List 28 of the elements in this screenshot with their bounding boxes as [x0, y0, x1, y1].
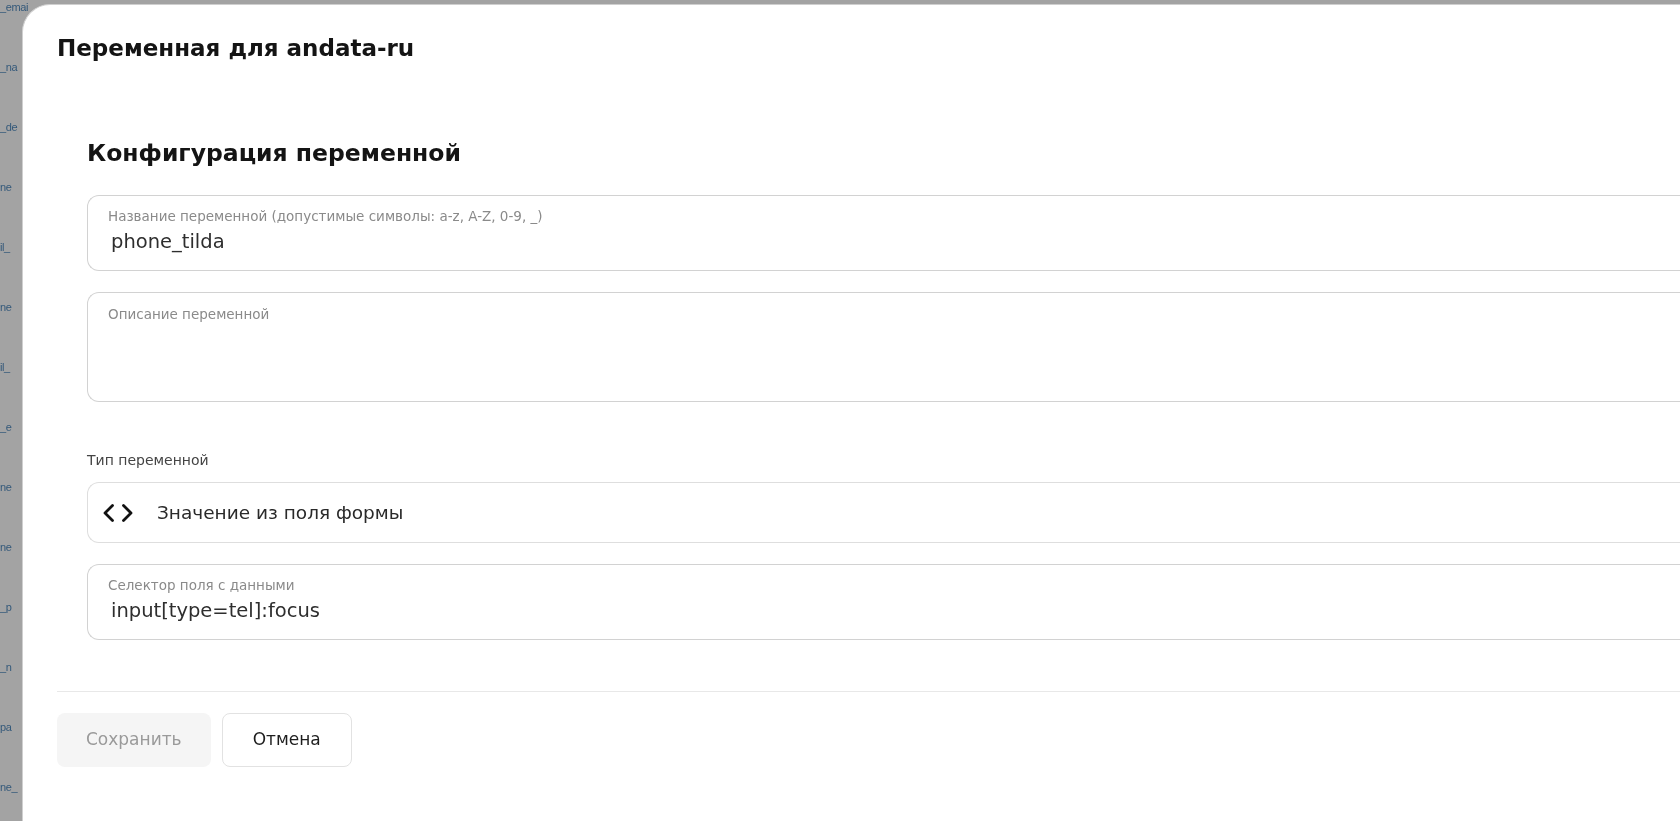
list-item-text: il_ [0, 240, 10, 254]
list-item-text: ne [0, 300, 12, 314]
field-label: Название переменной (допустимые символы: a-z, A-Z, 0-9, _) [108, 208, 543, 225]
field-caption: Тип переменной [87, 451, 209, 470]
list-item-text: ne [0, 480, 12, 494]
list-item-text: ne [0, 180, 12, 194]
list-item-text: _de [0, 120, 18, 134]
textarea-field[interactable]: Описание переменной [87, 292, 1680, 402]
list-item-text: _emai [0, 0, 28, 14]
list-item-text: _e [0, 420, 12, 434]
list-item-text: ne [0, 540, 12, 554]
dialog-title: Переменная для andata-ru [57, 34, 415, 63]
field-label: Описание переменной [108, 306, 270, 323]
list-item-text: _na [0, 60, 18, 74]
list-item-text: il_ [0, 360, 10, 374]
type-select[interactable]: Значение из поля формы [87, 482, 1680, 543]
list-item-text: _p [0, 600, 12, 614]
field-value: input[type=tel]:focus [111, 598, 320, 624]
field-value: phone_tilda [111, 229, 225, 255]
text-field[interactable]: Название переменной (допустимые символы: a-z, A-Z, 0-9, _) phone_tilda [87, 195, 1680, 271]
cancel-button[interactable]: Отмена [221, 713, 352, 767]
code-brackets-icon [102, 503, 134, 522]
list-item-text: ne_ [0, 780, 18, 794]
field-label: Селектор поля с данными [108, 577, 295, 594]
text-field[interactable]: Селектор поля с данными input[type=tel]:focus [87, 564, 1680, 640]
section-title: Конфигурация переменной [87, 138, 461, 168]
list-item-text: _n [0, 660, 12, 674]
list-item-text: pa [0, 720, 12, 734]
